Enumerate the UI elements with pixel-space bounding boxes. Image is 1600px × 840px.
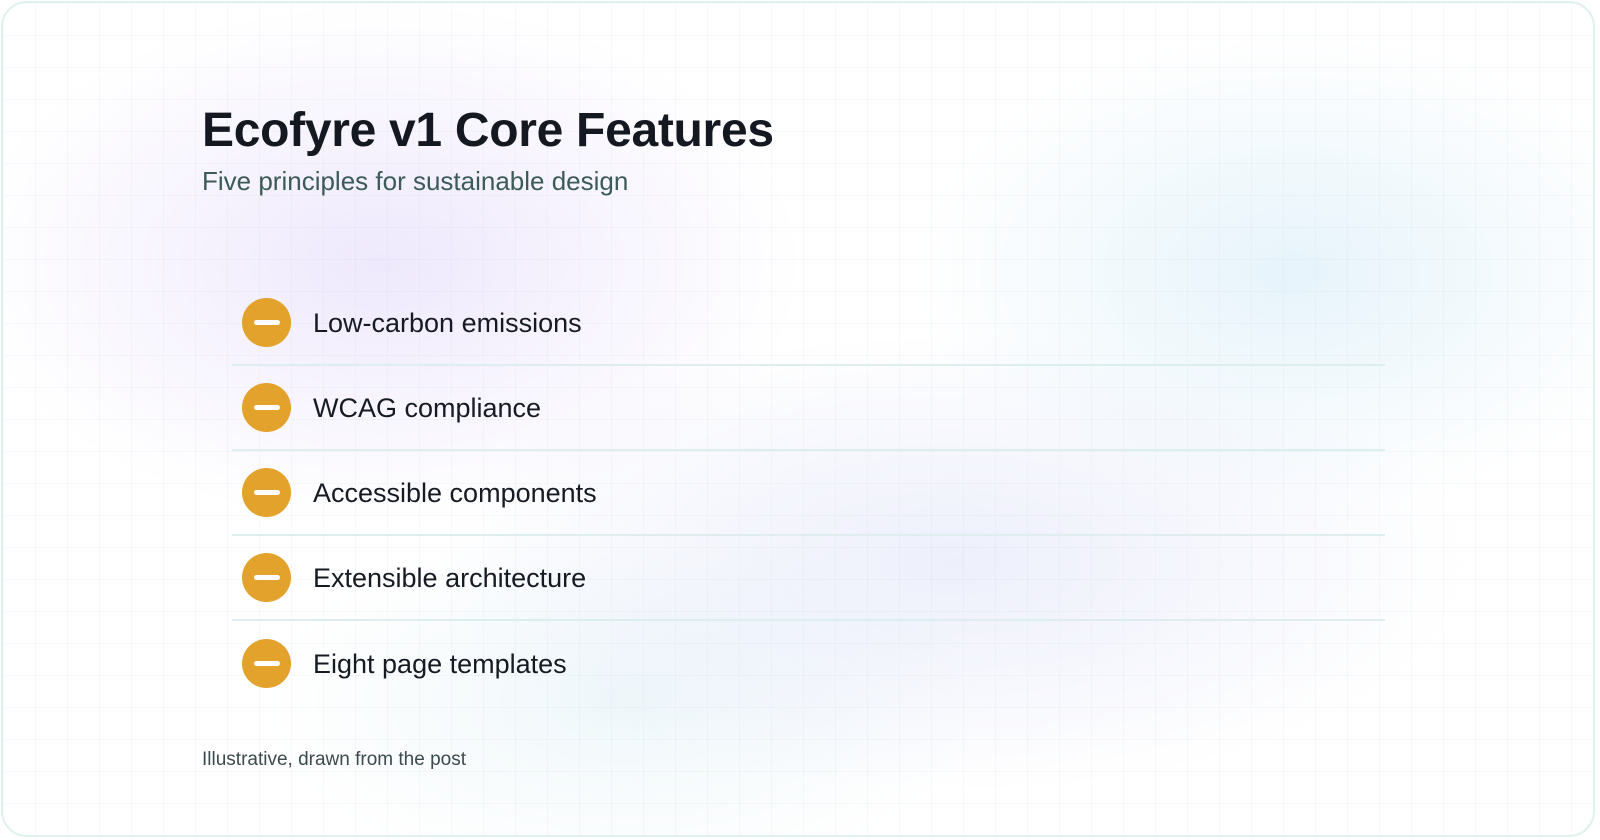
list-item: Low-carbon emissions — [232, 281, 1385, 366]
minus-circle-icon — [242, 383, 291, 432]
feature-label: Extensible architecture — [313, 562, 587, 593]
list-item: Accessible components — [232, 451, 1385, 536]
feature-label: Eight page templates — [313, 648, 567, 679]
page-subtitle: Five principles for sustainable design — [202, 166, 629, 196]
list-item: WCAG compliance — [232, 366, 1385, 451]
feature-label: Accessible components — [313, 477, 597, 508]
list-item: Eight page templates — [232, 621, 1385, 706]
minus-circle-icon — [242, 639, 291, 688]
feature-label: Low-carbon emissions — [313, 307, 582, 338]
minus-circle-icon — [242, 468, 291, 517]
footnote: Illustrative, drawn from the post — [202, 749, 466, 770]
page-title: Ecofyre v1 Core Features — [202, 104, 774, 157]
feature-list: Low-carbon emissions WCAG compliance Acc… — [232, 281, 1385, 706]
minus-circle-icon — [242, 553, 291, 602]
list-item: Extensible architecture — [232, 536, 1385, 621]
feature-card: Ecofyre v1 Core Features Five principles… — [1, 1, 1595, 837]
feature-label: WCAG compliance — [313, 392, 542, 423]
minus-circle-icon — [242, 298, 291, 347]
